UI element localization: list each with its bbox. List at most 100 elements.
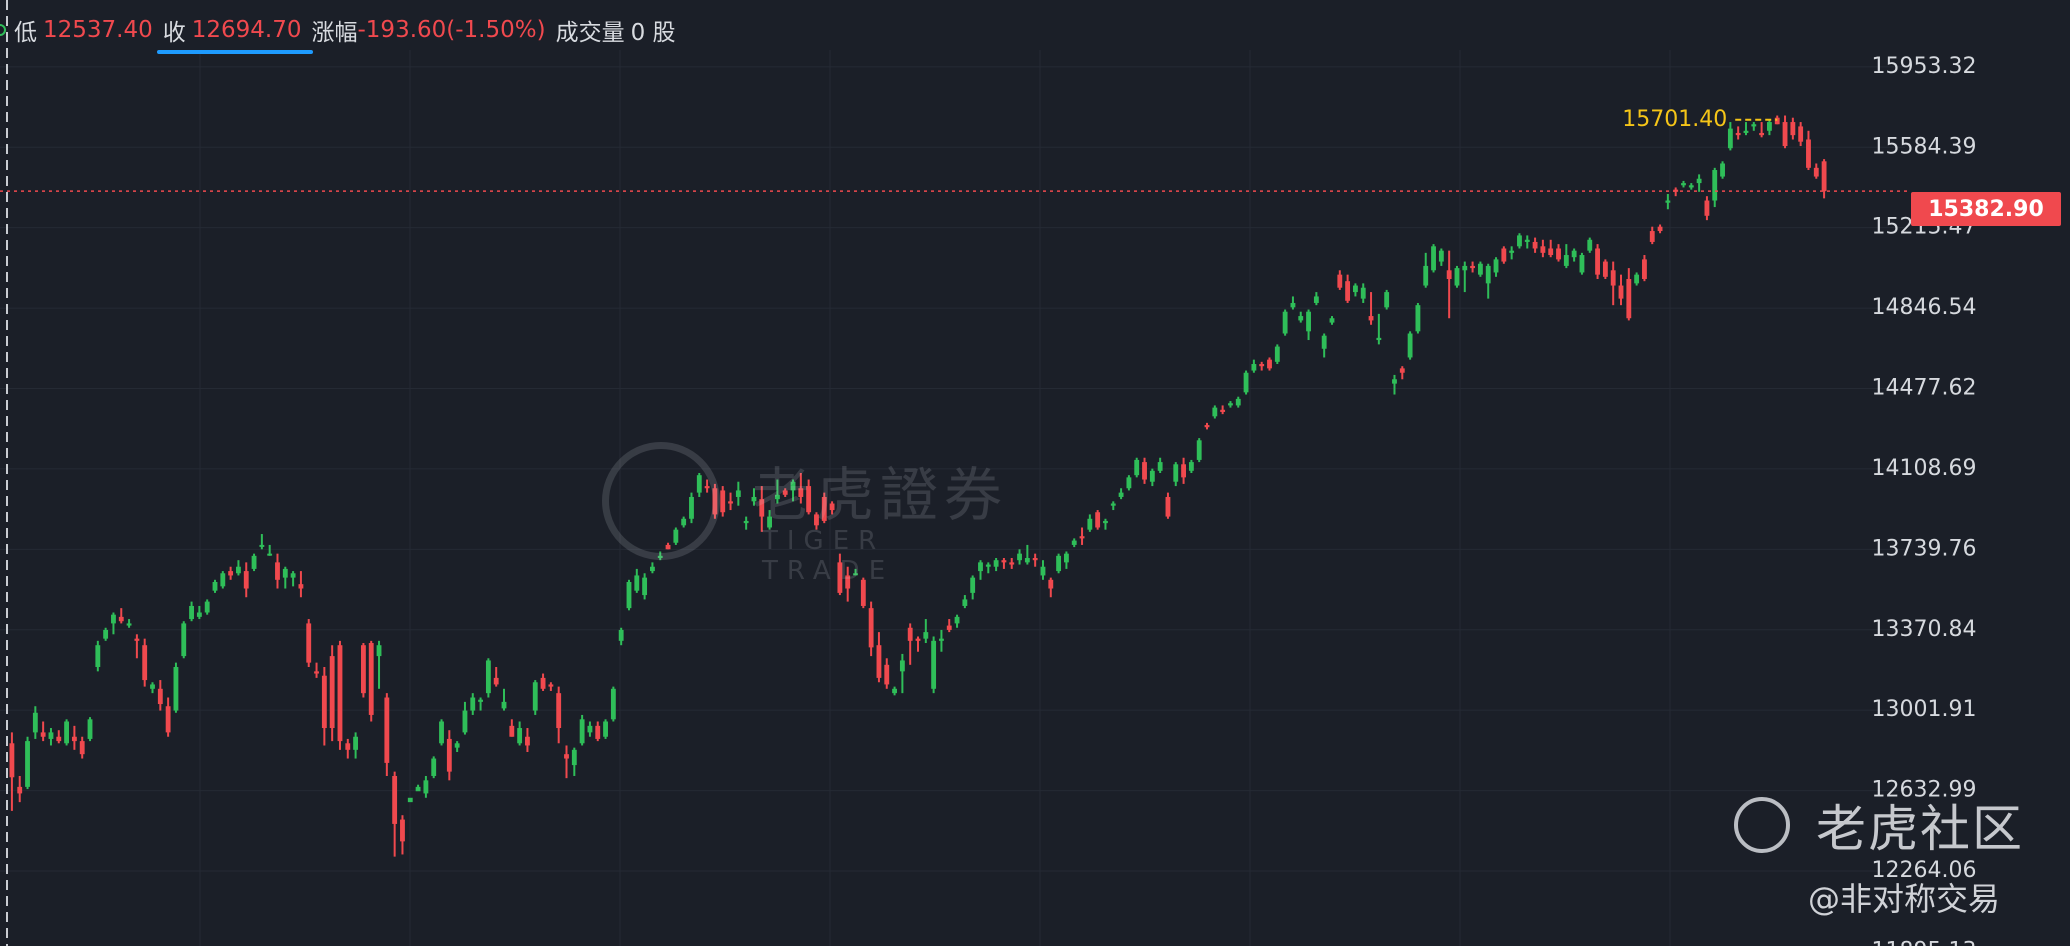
candle-body [853,573,858,576]
candle-body [1423,265,1429,286]
y-tick-label: 13001.91 [1872,697,1977,722]
candle-body [431,758,437,776]
candle-body [1368,316,1374,321]
candle-body [1384,292,1390,308]
y-axis: 15953.3215584.3915215.4714846.5414477.62… [1872,54,1977,946]
candle-body [860,579,866,606]
candle-body [712,488,718,515]
candle-body [220,573,226,587]
candle-body [1759,132,1765,136]
candle-body [868,608,874,648]
candle-body [1079,536,1085,539]
candle-body [1353,285,1358,293]
candle-body [353,736,359,750]
candle-body [993,560,999,567]
candle-body [1532,241,1538,249]
candle-body [251,555,257,569]
candle-body [681,518,687,526]
candlestick-chart[interactable]: 15701.40 15953.32 15584.39 15215.47 14846.5… [0,0,2070,946]
candle-body [1345,281,1351,301]
candle-body [196,612,202,617]
candle-body [704,486,710,489]
candle-body [892,688,897,694]
candle-body [142,645,148,681]
candle-body [17,786,23,794]
author-credit: @非对称交易 [1808,880,2001,918]
candle-body [556,693,562,729]
candle-body [446,738,452,772]
candle-body [1642,259,1647,280]
candle-body [1118,492,1124,497]
candle-body [610,688,616,720]
candle-body [774,494,780,500]
candle-body [1477,263,1483,275]
candle-body [509,725,515,737]
candle-body [267,553,273,556]
candle-body [1095,512,1101,528]
candle-body [899,660,905,672]
candle-body [1251,364,1257,371]
volume-value: 0 股 [630,20,676,46]
candle-body [79,741,85,755]
candle-body [1321,335,1327,349]
candle-body [1813,167,1819,177]
y-tick-label: 13370.84 [1872,617,1977,642]
candle-body [1579,255,1585,273]
candle-body [228,571,234,576]
candle-body [1220,409,1226,412]
candle-body [618,629,624,641]
candle-body [1438,250,1444,262]
candle-body [540,677,546,689]
candle-body [1587,239,1593,251]
candle-body [360,645,366,694]
candle-body [1040,566,1046,576]
low-value: 12537.40 [43,17,153,43]
candle-body [236,566,241,574]
candle-body [1540,246,1546,253]
candle-body [689,496,694,519]
close-selected-underline [157,50,313,54]
candle-body [157,688,163,705]
candle-body [1032,558,1038,561]
candle-body [1360,287,1366,299]
candle-body [1556,248,1561,260]
candle-body [907,627,913,641]
candle-body [759,499,765,517]
candle-body [1462,265,1468,271]
candle-body [1259,364,1265,367]
candle-body [1024,558,1030,563]
candle-body [56,736,62,742]
candle-body [1142,462,1147,480]
volume-label: 成交量 [555,20,625,46]
candle-body [829,503,835,511]
candle-body [962,599,968,606]
candles [9,115,1827,857]
candle-body [1126,477,1132,489]
candle-body [407,797,413,803]
candle-body [1610,270,1616,286]
y-tick-label: 14477.62 [1872,376,1977,401]
candle-body [1376,337,1382,341]
candle-body [1407,333,1413,358]
candle-body [790,481,796,491]
candle-body [493,677,499,685]
candle-body [165,706,171,733]
close-value: 12694.70 [191,17,302,43]
candle-body [1212,407,1218,417]
candle-body [1649,231,1655,242]
candle-body [1181,464,1187,478]
candle-body [1665,200,1671,203]
candle-body [400,819,405,842]
candle-body [728,501,733,504]
candle-body [111,614,116,624]
chart-canvas[interactable]: 15701.40 15953.3215584.3915215.4714846.5… [0,0,2070,946]
candle-body [1509,250,1515,253]
grid-lines [0,50,1905,946]
low-label: 低 [14,20,37,46]
candle-body [1501,248,1507,262]
candle-body [1704,200,1710,216]
candle-body [1657,226,1663,232]
candle-body [1774,117,1780,125]
candle-body [126,623,132,626]
candle-body [1313,296,1319,303]
